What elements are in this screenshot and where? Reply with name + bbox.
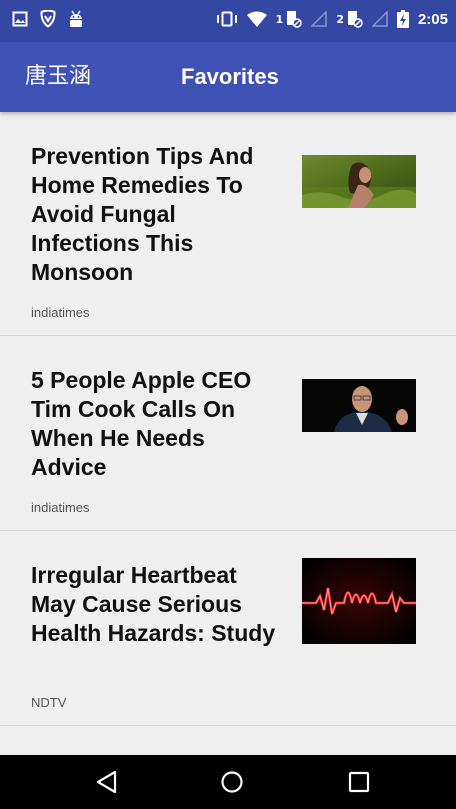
list-item[interactable]: Irregular Heartbeat May Cause Serious He… bbox=[0, 531, 456, 726]
heartbeat-help-image bbox=[302, 558, 416, 644]
article-source: indiatimes bbox=[31, 305, 90, 320]
status-left-icons bbox=[12, 10, 84, 28]
recents-icon[interactable] bbox=[344, 767, 374, 797]
article-title[interactable]: 5 People Apple CEO Tim Cook Calls On Whe… bbox=[31, 366, 281, 482]
page-title: Favorites bbox=[181, 64, 279, 89]
article-thumbnail[interactable] bbox=[302, 379, 416, 432]
home-icon[interactable] bbox=[217, 767, 247, 797]
tim-cook-image bbox=[302, 379, 416, 432]
sim2-signal-icon bbox=[347, 11, 363, 28]
sim1-signal-icon bbox=[287, 11, 303, 28]
sim2-label: 2 bbox=[336, 12, 344, 26]
sim2-empty-signal-icon bbox=[371, 11, 388, 27]
wifi-icon bbox=[246, 11, 267, 27]
shield-icon bbox=[40, 10, 56, 28]
list-item[interactable]: Prevention Tips And Home Remedies To Avo… bbox=[0, 112, 456, 336]
navigation-bar bbox=[0, 755, 456, 809]
back-icon[interactable] bbox=[93, 767, 123, 797]
image-icon bbox=[12, 11, 28, 27]
article-source: indiatimes bbox=[31, 500, 90, 515]
article-thumbnail[interactable] bbox=[302, 558, 416, 644]
status-time: 2:05 bbox=[417, 10, 448, 28]
favorites-list[interactable]: Prevention Tips And Home Remedies To Avo… bbox=[0, 112, 456, 755]
article-thumbnail[interactable] bbox=[302, 155, 416, 208]
woman-in-field-image bbox=[302, 155, 416, 208]
status-bar: 1 2 2:05 bbox=[0, 0, 456, 42]
vibrate-icon bbox=[216, 11, 237, 27]
battery-charging-icon bbox=[396, 10, 409, 28]
app-bar: 唐玉涵 Favorites bbox=[0, 42, 456, 112]
sim1-label: 1 bbox=[275, 12, 284, 26]
user-name[interactable]: 唐玉涵 bbox=[25, 63, 91, 91]
status-right-icons: 1 2 2:05 bbox=[216, 10, 448, 28]
list-item[interactable]: 5 People Apple CEO Tim Cook Calls On Whe… bbox=[0, 336, 456, 531]
article-source: NDTV bbox=[31, 695, 67, 710]
article-title[interactable]: Irregular Heartbeat May Cause Serious He… bbox=[31, 561, 281, 648]
android-icon bbox=[70, 10, 82, 27]
sim1-empty-signal-icon bbox=[311, 11, 328, 27]
article-title[interactable]: Prevention Tips And Home Remedies To Avo… bbox=[31, 142, 281, 287]
